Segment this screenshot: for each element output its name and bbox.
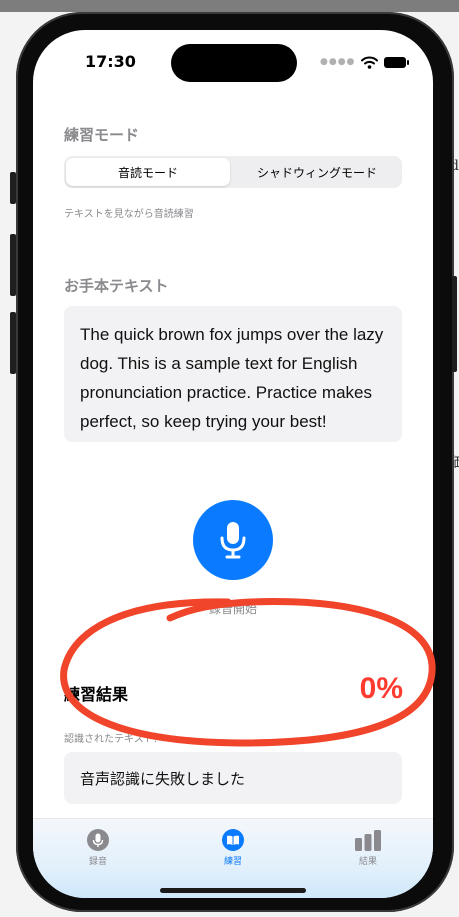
tab-bar: 録音 練習 結果 — [33, 818, 433, 898]
volume-up-button — [10, 234, 16, 296]
action-button — [10, 172, 16, 204]
recognized-text: 音声認識に失敗しました — [80, 769, 246, 788]
status-icons: ●●●● — [320, 52, 410, 72]
tab-record[interactable]: 録音 — [58, 829, 138, 867]
app-screen: 17:30 ●●●● 練習モード 音読モード シャドウィングモード テキストを見… — [33, 30, 433, 898]
volume-down-button — [10, 312, 16, 374]
recognized-text-label: 認識されたテキスト: — [64, 734, 158, 745]
wifi-icon — [361, 56, 379, 69]
microphone-icon — [220, 522, 246, 559]
tab-practice-label: 練習 — [223, 857, 242, 867]
practice-mode-segmented-control: 音読モード シャドウィングモード — [64, 156, 402, 188]
book-circle-icon — [222, 829, 244, 851]
recognized-text-card: 音声認識に失敗しました — [64, 752, 402, 804]
model-text-card: The quick brown fox jumps over the lazy … — [64, 306, 402, 442]
record-button[interactable] — [193, 500, 273, 580]
practice-mode-title: 練習モード — [64, 126, 140, 144]
result-score: 0% — [359, 672, 403, 705]
signal-dots-icon: ●●●● — [320, 57, 356, 67]
tab-practice[interactable]: 練習 — [193, 829, 273, 867]
dynamic-island — [171, 44, 297, 82]
battery-icon — [384, 56, 410, 68]
mode-caption: テキストを見ながら音読練習 — [64, 209, 194, 220]
record-label: 録音開始 — [208, 602, 257, 616]
bar-chart-icon — [355, 830, 381, 851]
tab-record-label: 録音 — [88, 857, 107, 867]
segment-read-aloud[interactable]: 音読モード — [66, 158, 230, 186]
status-time: 17:30 — [85, 52, 136, 71]
segment-shadowing[interactable]: シャドウィングモード — [234, 158, 400, 186]
model-text-title: お手本テキスト — [64, 277, 169, 295]
result-title: 練習結果 — [64, 685, 129, 704]
power-button — [452, 276, 457, 372]
mic-circle-icon — [87, 829, 109, 851]
background-top-bar — [0, 0, 459, 12]
tab-results-label: 結果 — [358, 857, 377, 867]
tab-results[interactable]: 結果 — [328, 829, 408, 867]
home-indicator — [160, 888, 306, 893]
